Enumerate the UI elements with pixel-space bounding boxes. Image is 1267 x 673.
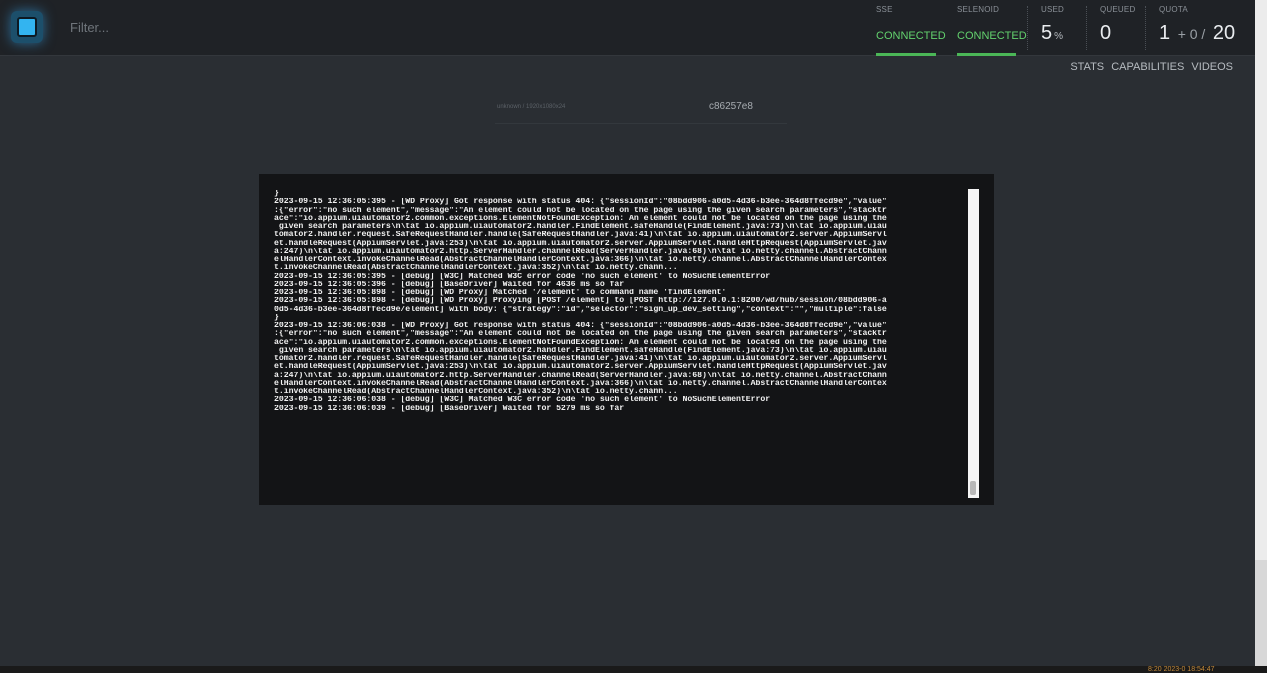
divider — [1086, 6, 1087, 50]
used-number: 5 — [1041, 22, 1053, 44]
top-bar: SSE CONNECTED SELENOID CONNECTED USED 5%… — [0, 0, 1255, 56]
view-nav: STATS CAPABILITIES VIDEOS — [1066, 61, 1233, 73]
quota-used: 1 — [1159, 22, 1171, 44]
queued-value: 0 — [1100, 22, 1112, 44]
log-line: tomator2.handler.request.SafeRequestHand… — [274, 355, 887, 363]
quota-stat: QUOTA 1 + 0 / 20 — [1159, 0, 1249, 56]
log-line: 2023-09-15 12:36:06:038 - [WD Proxy] Got… — [274, 322, 887, 330]
queued-label: QUEUED — [1100, 5, 1136, 14]
log-line: given search parameters\n\tat io.appium.… — [274, 223, 887, 231]
quota-label: QUOTA — [1159, 5, 1188, 14]
log-line: a:247)\n\tat io.appium.uiautomator2.http… — [274, 371, 887, 380]
logo-square — [17, 17, 37, 37]
session-divider — [495, 123, 787, 124]
background-window-shadow — [1255, 560, 1267, 673]
log-line: t.invokeChannelRead(AbstractChannelHandl… — [274, 264, 678, 273]
selenoid-status-value: CONNECTED — [957, 30, 1027, 42]
log-line: ace":"io.appium.uiautomator2.common.exce… — [274, 214, 887, 223]
filter-input[interactable] — [70, 16, 470, 38]
log-scrollbar[interactable] — [968, 189, 979, 498]
log-line: 2023-09-15 12:36:05:396 - [debug] [BaseD… — [274, 280, 625, 289]
taskbar-clock: 8:20 2023-0 18:54:47 — [1148, 666, 1215, 673]
log-line: 2023-09-15 12:36:05:395 - [debug] [W3C] … — [274, 272, 771, 281]
quota-plus: + 0 / — [1177, 26, 1206, 42]
log-line: et.handleRequest(AppiumServlet.java:253)… — [274, 363, 887, 372]
used-value: 5% — [1041, 22, 1063, 45]
used-unit: % — [1054, 31, 1064, 42]
sse-status: SSE CONNECTED — [876, 0, 946, 56]
nav-stats-link[interactable]: STATS — [1070, 61, 1104, 73]
quota-total: 20 — [1212, 22, 1236, 44]
used-stat: USED 5% — [1041, 0, 1081, 56]
log-line: 2023-09-15 12:36:06:038 - [debug] [W3C] … — [274, 396, 771, 405]
sse-status-bar — [876, 53, 936, 56]
log-line: 2023-09-15 12:36:05:395 - [WD Proxy] Got… — [274, 198, 887, 207]
used-label: USED — [1041, 5, 1065, 14]
selenoid-logo-icon[interactable] — [11, 11, 43, 43]
taskbar — [0, 666, 1267, 673]
log-line: given search parameters\n\tat io.appium.… — [274, 346, 887, 355]
session-log-panel[interactable]: } 2023-09-15 12:36:05:395 - [WD Proxy] Go… — [259, 174, 994, 505]
sse-label: SSE — [876, 5, 893, 14]
log-line: ace":"io.appium.uiautomator2.common.exce… — [274, 338, 887, 347]
session-browser-resolution: unknown / 1920x1080x24 — [497, 104, 566, 110]
log-line: :{"error":"no such element","message":"A… — [274, 330, 887, 339]
log-line: } — [274, 313, 279, 322]
selenoid-ui-window: SSE CONNECTED SELENOID CONNECTED USED 5%… — [0, 0, 1255, 666]
divider — [1145, 6, 1146, 50]
queued-stat: QUEUED 0 — [1100, 0, 1140, 56]
selenoid-label: SELENOID — [957, 5, 1000, 14]
log-line: 2023-09-15 12:36:05:898 - [debug] [WD Pr… — [274, 289, 727, 297]
log-line: 2023-09-15 12:36:06:039 - [debug] [BaseD… — [274, 404, 625, 413]
log-line: et.handleRequest(AppiumServlet.java:253)… — [274, 239, 887, 248]
log-output: } 2023-09-15 12:36:05:395 - [WD Proxy] Go… — [274, 190, 968, 498]
divider — [1027, 6, 1028, 50]
session-id: c86257e8 — [709, 101, 753, 112]
nav-videos-link[interactable]: VIDEOS — [1191, 61, 1233, 73]
log-line: t.invokeChannelRead(AbstractChannelHandl… — [274, 388, 678, 396]
selenoid-status: SELENOID CONNECTED — [957, 0, 1027, 56]
log-line: 2023-09-15 12:36:05:898 - [debug] [WD Pr… — [274, 297, 887, 306]
log-line: 0d5-4d36-b3ee-364d8ffecd9e/element] with… — [274, 305, 887, 314]
log-line: elHandlerContext.invokeChannelRead(Abstr… — [274, 379, 887, 388]
log-line: } — [274, 190, 279, 198]
log-scrollbar-thumb[interactable] — [970, 481, 976, 495]
background-window-edge — [1255, 0, 1267, 673]
log-line: tomator2.handler.request.SafeRequestHand… — [274, 231, 887, 240]
nav-capabilities-link[interactable]: CAPABILITIES — [1111, 61, 1184, 73]
quota-value: 1 + 0 / 20 — [1159, 22, 1235, 45]
log-line: :{"error":"no such element","message":"A… — [274, 206, 887, 215]
sse-status-value: CONNECTED — [876, 30, 946, 42]
log-line: a:247)\n\tat io.appium.uiautomator2.http… — [274, 247, 887, 256]
selenoid-status-bar — [957, 53, 1016, 56]
log-line: elHandlerContext.invokeChannelRead(Abstr… — [274, 256, 887, 264]
